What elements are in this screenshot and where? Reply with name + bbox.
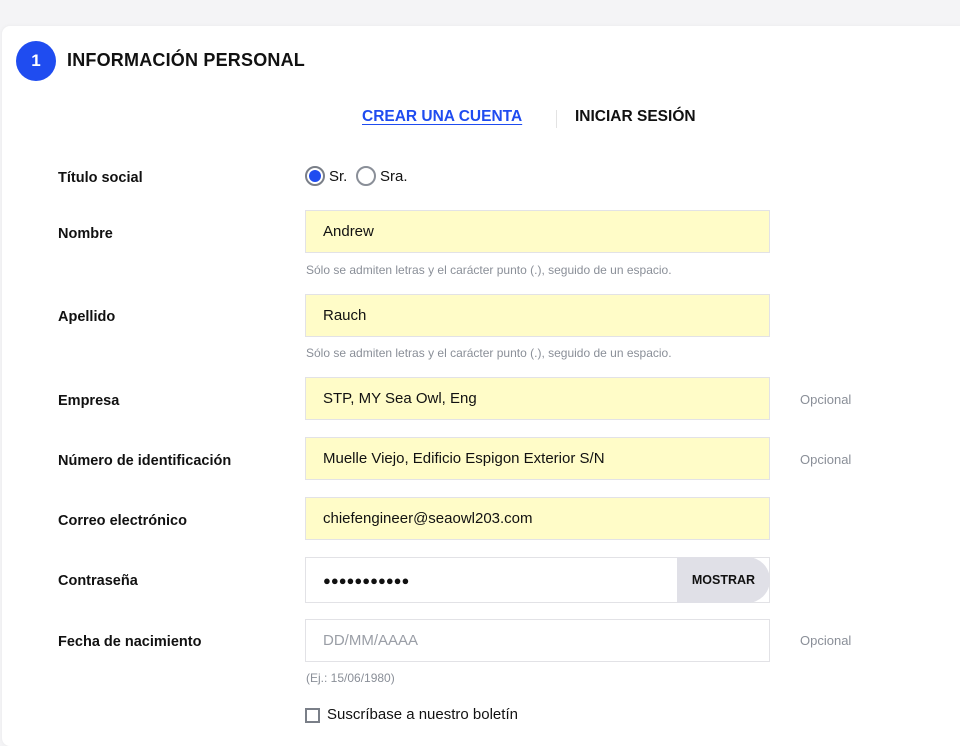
first-name-input[interactable]: Andrew bbox=[305, 210, 770, 253]
birthdate-label: Fecha de nacimiento bbox=[58, 634, 202, 650]
section-title: INFORMACIÓN PERSONAL bbox=[67, 50, 305, 70]
last-name-input[interactable]: Rauch bbox=[305, 294, 770, 337]
tab-login[interactable]: INICIAR SESIÓN bbox=[575, 108, 696, 126]
radio-checked-icon bbox=[305, 166, 325, 186]
radio-unchecked-icon bbox=[356, 166, 376, 186]
company-input[interactable]: STP, MY Sea Owl, Eng bbox=[305, 377, 770, 420]
first-name-hint: Sólo se admiten letras y el carácter pun… bbox=[306, 263, 672, 277]
tab-divider bbox=[556, 110, 557, 128]
company-label: Empresa bbox=[58, 393, 120, 409]
tab-create-account[interactable]: CREAR UNA CUENTA bbox=[362, 108, 522, 126]
newsletter-label[interactable]: Suscríbase a nuestro boletín bbox=[327, 706, 518, 723]
last-name-label: Apellido bbox=[58, 309, 116, 325]
radio-sr-label: Sr. bbox=[329, 167, 348, 185]
social-title-label: Título social bbox=[58, 170, 143, 186]
newsletter-checkbox[interactable] bbox=[305, 708, 320, 723]
birthdate-optional: Opcional bbox=[800, 633, 852, 648]
company-optional: Opcional bbox=[800, 392, 852, 407]
birthdate-input[interactable]: DD/MM/AAAA bbox=[305, 619, 770, 662]
email-label: Correo electrónico bbox=[58, 513, 187, 529]
id-number-optional: Opcional bbox=[800, 452, 852, 467]
birthdate-hint: (Ej.: 15/06/1980) bbox=[306, 671, 395, 685]
id-number-label: Número de identificación bbox=[58, 453, 232, 469]
show-password-button[interactable]: MOSTRAR bbox=[677, 557, 770, 603]
first-name-label: Nombre bbox=[58, 226, 113, 242]
password-label: Contraseña bbox=[58, 573, 138, 589]
radio-sra-label: Sra. bbox=[380, 167, 408, 185]
radio-sra[interactable]: Sra. bbox=[356, 166, 408, 186]
radio-sr[interactable]: Sr. bbox=[305, 166, 347, 186]
email-input[interactable]: chiefengineer@seaowl203.com bbox=[305, 497, 770, 540]
step-number-badge: 1 bbox=[16, 41, 56, 81]
last-name-hint: Sólo se admiten letras y el carácter pun… bbox=[306, 346, 672, 360]
id-number-input[interactable]: Muelle Viejo, Edificio Espigon Exterior … bbox=[305, 437, 770, 480]
